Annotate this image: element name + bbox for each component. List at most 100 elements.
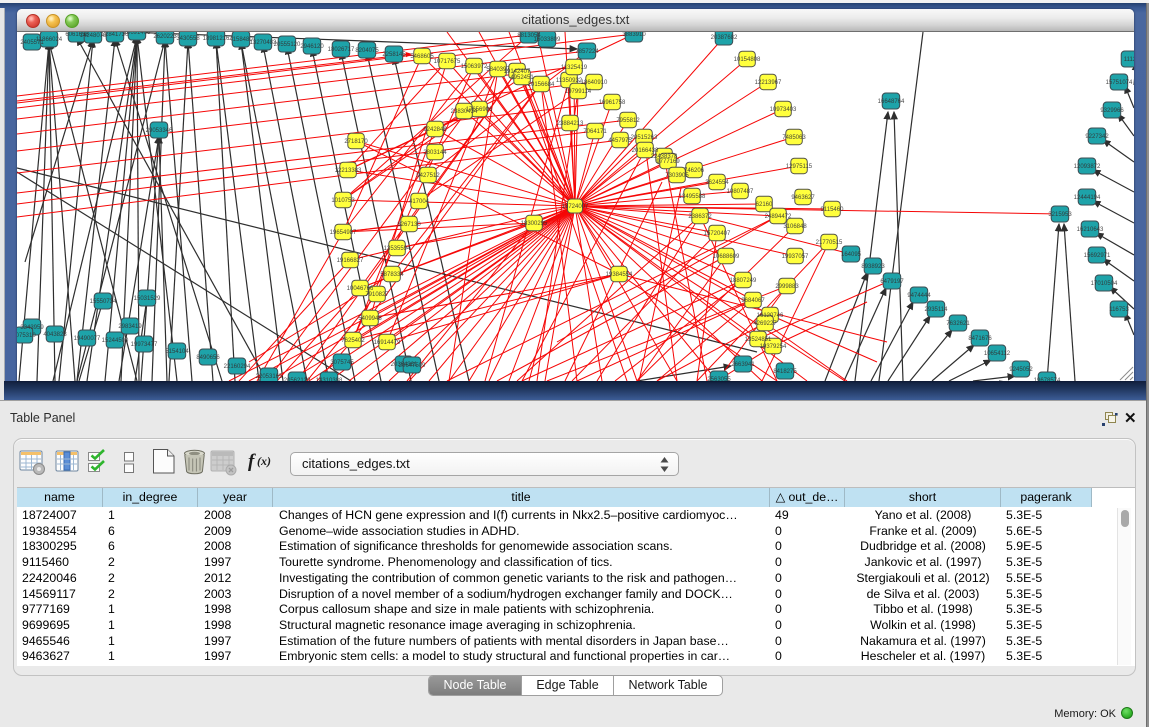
svg-text:19973477: 19973477	[131, 342, 158, 348]
svg-text:12213967: 12213967	[755, 80, 782, 86]
svg-text:20515263: 20515263	[631, 135, 658, 141]
svg-text:20647509: 20647509	[399, 363, 426, 369]
svg-text:15244500: 15244500	[102, 338, 129, 344]
svg-text:12213383: 12213383	[335, 168, 362, 174]
svg-text:19937057: 19937057	[782, 254, 809, 260]
svg-text:9427512: 9427512	[416, 173, 440, 179]
svg-text:19166827: 19166827	[337, 258, 364, 264]
svg-text:10973403: 10973403	[770, 107, 797, 113]
svg-text:12975115: 12975115	[786, 164, 813, 170]
svg-text:9684067: 9684067	[741, 298, 765, 304]
svg-text:2946120: 2946120	[300, 44, 324, 50]
svg-text:3343959: 3343959	[20, 325, 44, 331]
svg-text:9115460: 9115460	[821, 207, 845, 213]
svg-text:2935114: 2935114	[925, 307, 949, 313]
svg-text:8204075: 8204075	[355, 48, 379, 54]
svg-text:1112: 1112	[1124, 57, 1134, 63]
svg-text:2663941: 2663941	[731, 362, 755, 368]
svg-text:7303905: 7303905	[665, 173, 689, 179]
svg-text:20555120: 20555120	[274, 42, 301, 48]
svg-text:10688609: 10688609	[713, 254, 740, 260]
svg-text:11866024: 11866024	[36, 37, 63, 43]
svg-text:18981216: 18981216	[203, 36, 230, 42]
svg-text:1010753: 1010753	[331, 198, 355, 204]
svg-text:8418275: 8418275	[773, 369, 797, 375]
svg-text:20562129: 20562129	[284, 378, 311, 381]
svg-text:16961758: 16961758	[599, 100, 626, 106]
svg-text:2386372: 2386372	[688, 214, 712, 220]
svg-text:24894472: 24894472	[765, 214, 792, 220]
svg-text:7064171: 7064171	[583, 129, 607, 135]
svg-text:7485063: 7485063	[782, 135, 806, 141]
svg-text:11350932: 11350932	[556, 78, 583, 84]
svg-text:10717675: 10717675	[434, 59, 461, 65]
svg-text:8471676: 8471676	[968, 336, 992, 342]
svg-text:7632621: 7632621	[946, 321, 970, 327]
svg-text:62160: 62160	[756, 202, 773, 208]
svg-text:10154808: 10154808	[734, 57, 761, 63]
svg-text:417004: 417004	[409, 199, 430, 205]
svg-text:5468605: 5468605	[410, 54, 434, 60]
svg-text:15751074: 15751074	[1106, 80, 1133, 86]
svg-text:23830434: 23830434	[451, 109, 478, 115]
svg-text:4043823: 4043823	[43, 332, 67, 338]
svg-text:20387682: 20387682	[711, 35, 738, 41]
svg-text:3430558: 3430558	[176, 36, 200, 42]
svg-text:19799114: 19799114	[565, 89, 592, 95]
svg-text:f: f	[248, 451, 256, 472]
svg-text:22160294: 22160294	[224, 364, 251, 370]
svg-text:8267130: 8267130	[397, 222, 421, 228]
svg-text:20156684: 20156684	[528, 82, 555, 88]
svg-text:9463627: 9463627	[791, 195, 815, 201]
svg-text:23884213: 23884213	[557, 121, 584, 127]
svg-text:4457975: 4457975	[608, 138, 632, 144]
svg-text:19384554: 19384554	[606, 272, 633, 278]
svg-text:10807487: 10807487	[727, 189, 754, 195]
svg-text:17010504: 17010504	[1091, 281, 1118, 287]
svg-text:19490077: 19490077	[74, 336, 101, 342]
svg-text:19379254: 19379254	[760, 344, 787, 350]
svg-text:21770515: 21770515	[816, 240, 843, 246]
svg-text:10654112: 10654112	[984, 351, 1011, 357]
svg-text:9474444: 9474444	[907, 293, 931, 299]
svg-text:16033809: 16033809	[534, 37, 561, 43]
svg-text:12093872: 12093872	[1074, 164, 1101, 170]
svg-text:3624554: 3624554	[705, 180, 729, 186]
svg-text:9242848: 9242848	[423, 127, 447, 133]
svg-text:18026717: 18026717	[328, 47, 355, 53]
svg-text:3215953: 3215953	[1048, 212, 1072, 218]
svg-text:2718170: 2718170	[344, 139, 368, 145]
svg-text:4952451: 4952451	[510, 75, 534, 81]
svg-text:164095: 164095	[841, 252, 862, 258]
svg-text:15031529: 15031529	[134, 296, 161, 302]
svg-text:20691406: 20691406	[124, 32, 151, 36]
svg-text:5409948: 5409948	[358, 316, 382, 322]
svg-text:2563055: 2563055	[707, 377, 731, 381]
svg-text:13535594: 13535594	[384, 246, 411, 252]
svg-text:18807249: 18807249	[730, 278, 757, 284]
svg-text:15550734: 15550734	[90, 299, 117, 305]
svg-text:3883910: 3883910	[622, 32, 646, 38]
svg-text:8490656: 8490656	[196, 355, 220, 361]
svg-text:15692971: 15692971	[1084, 253, 1111, 259]
svg-text:7955812: 7955812	[616, 118, 640, 124]
svg-text:9075310: 9075310	[17, 333, 36, 339]
svg-text:7625402: 7625402	[341, 338, 365, 344]
svg-text:5154104: 5154104	[165, 349, 189, 355]
svg-text:2983419: 2983419	[118, 324, 142, 330]
svg-text:7910827: 7910827	[365, 292, 389, 298]
svg-text:3075745: 3075745	[330, 360, 354, 366]
svg-text:9777169: 9777169	[656, 159, 680, 165]
svg-text:5878334: 5878334	[380, 272, 404, 278]
svg-text:14310388: 14310388	[316, 378, 343, 381]
svg-text:19654987: 19654987	[330, 230, 357, 236]
svg-text:2999883: 2999883	[775, 284, 799, 290]
svg-text:2258145: 2258145	[382, 52, 406, 58]
svg-text:15063972: 15063972	[461, 64, 488, 70]
svg-text:8938923: 8938923	[861, 264, 885, 270]
svg-text:11325419: 11325419	[561, 65, 588, 71]
svg-text:18724007: 18724007	[562, 204, 589, 210]
svg-text:16648764: 16648764	[878, 99, 905, 105]
svg-text:15720407: 15720407	[704, 231, 731, 237]
svg-text:2803144: 2803144	[423, 150, 447, 156]
